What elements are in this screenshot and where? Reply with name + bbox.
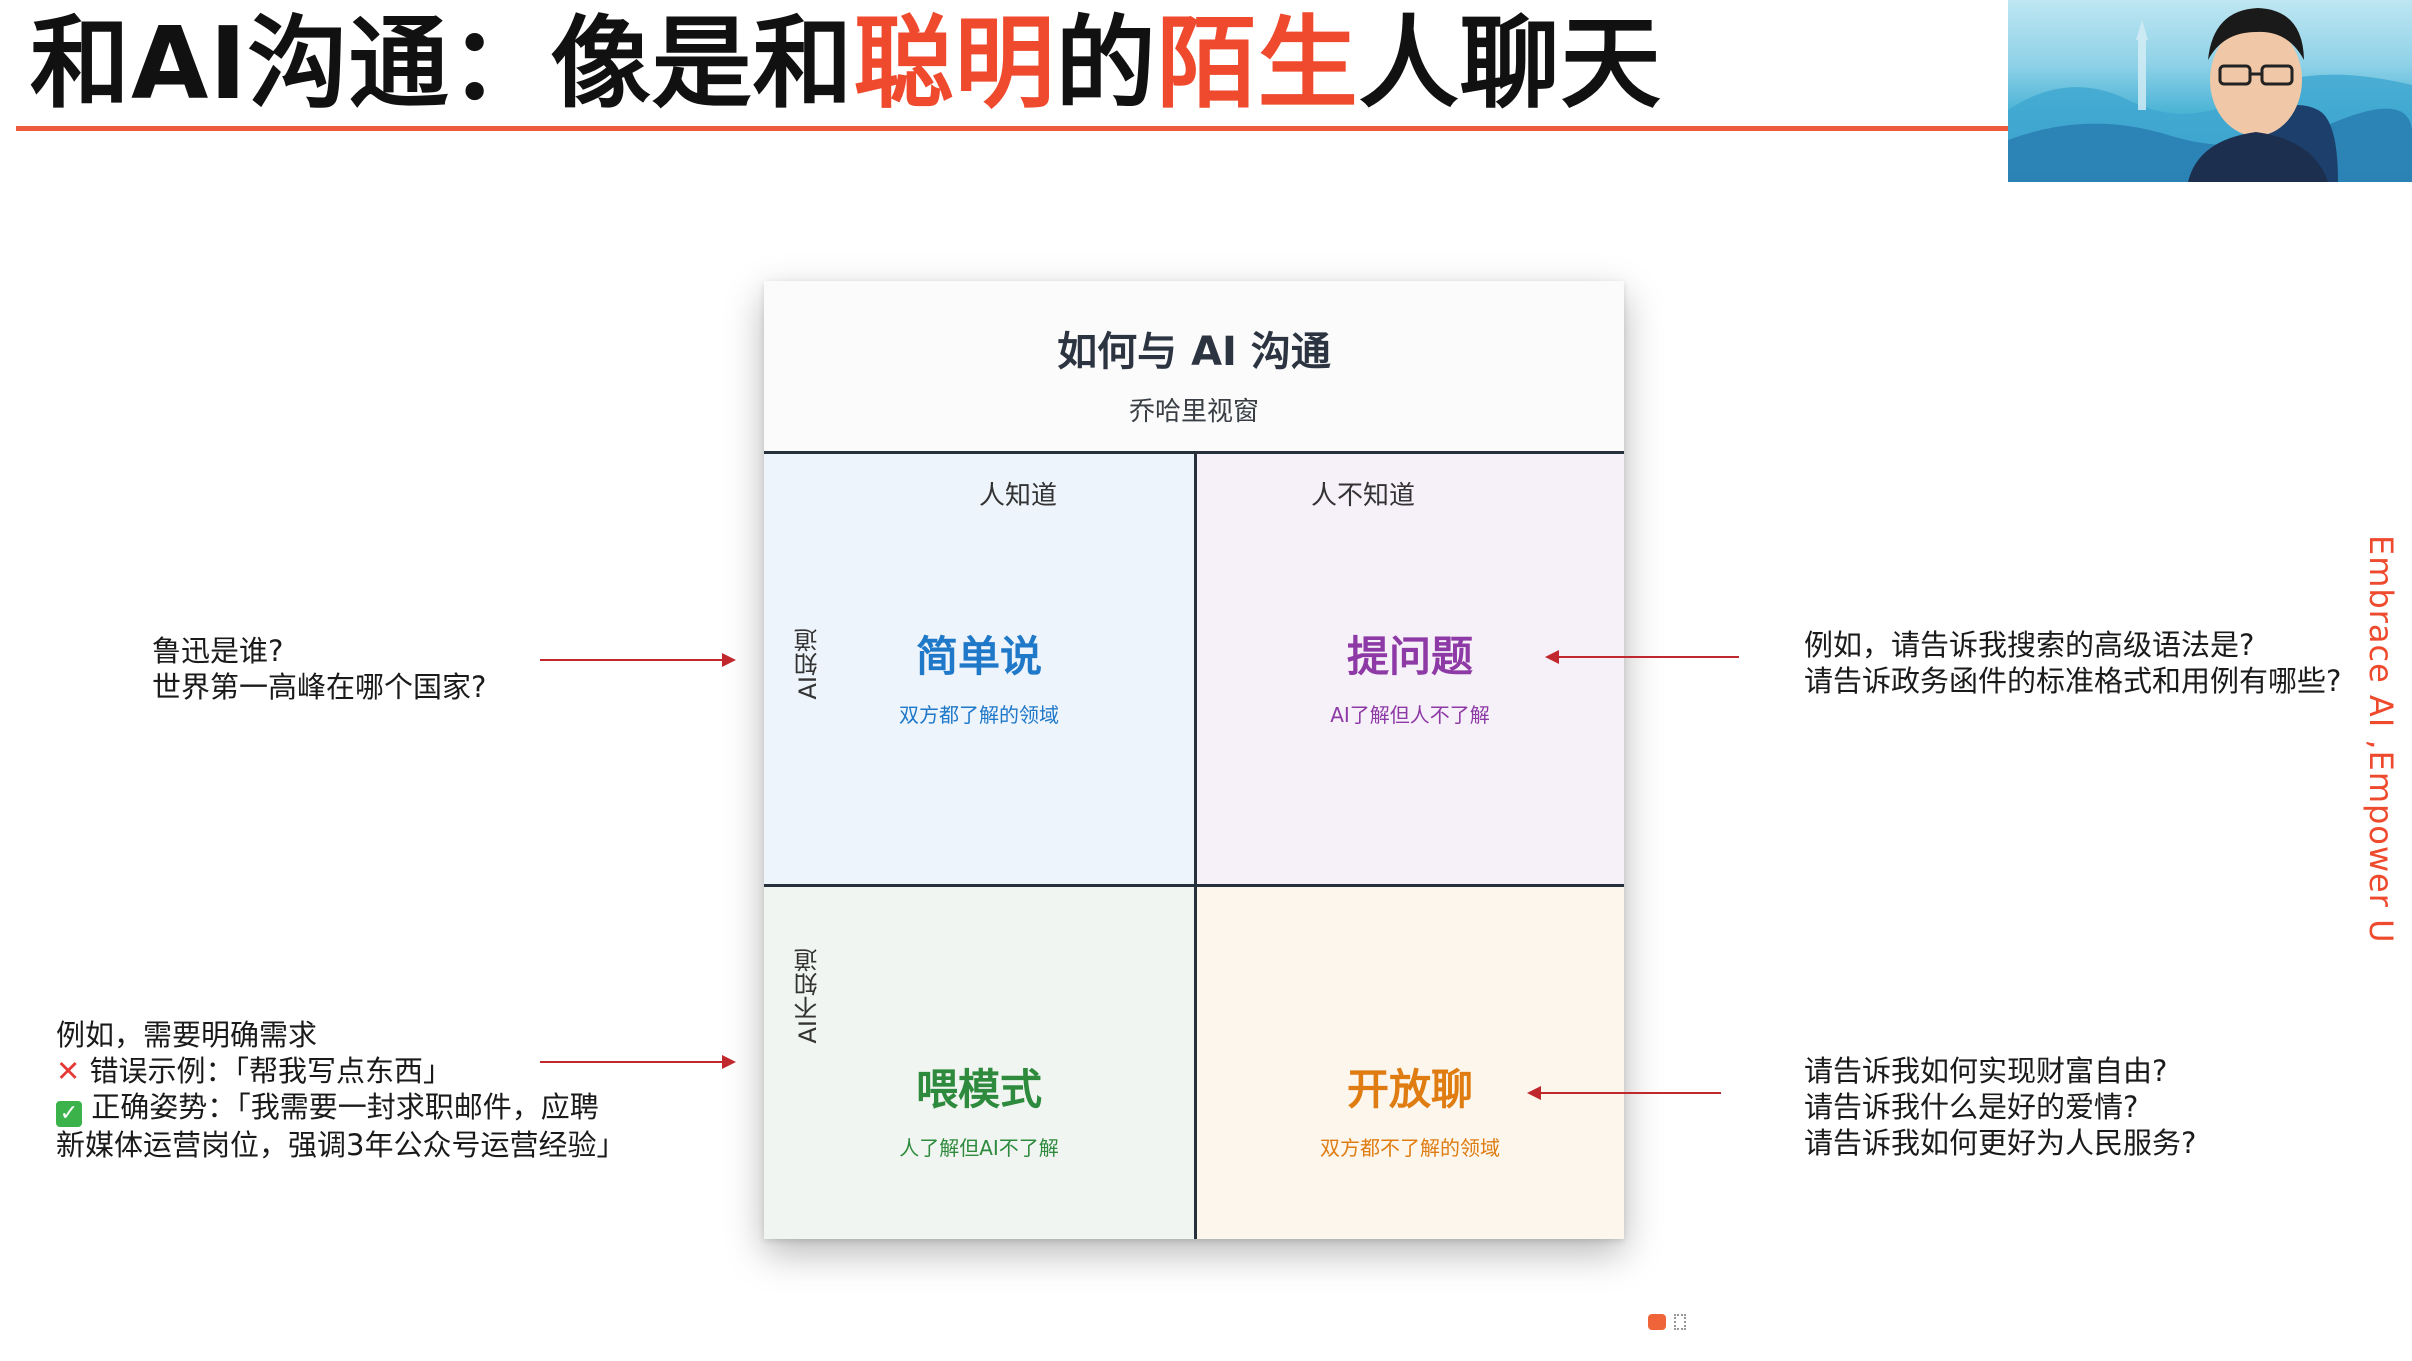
col-label-human-unknown: 人不知道 <box>1311 481 1416 511</box>
note-line: 例如，请告诉我搜索的高级语法是? <box>1804 628 2255 662</box>
johari-window-card: 如何与 AI 沟通 乔哈里视窗 人知道 AI知道 简单说 双方都了解的领域 人不… <box>764 281 1624 1239</box>
quadrant-desc-simple-talk: 双方都了解的领域 <box>899 703 1059 727</box>
title-part-3: 人聊天 <box>1358 5 1662 122</box>
note-line: 请告诉我如何更好为人民服务? <box>1804 1126 2197 1160</box>
right-example-cont: 新媒体运营岗位，强调3年公众号运营经验」 <box>56 1128 626 1162</box>
note-left-top: 鲁迅是谁? 世界第一高峰在哪个国家? <box>152 633 486 705</box>
wrong-example: 错误示例：「帮我写点东西」 <box>89 1054 453 1088</box>
quadrant-unknown-unknown: 开放聊 双方都不了解的领域 <box>1196 886 1624 1239</box>
quadrant-desc-feed-mode: 人了解但AI不了解 <box>899 1136 1059 1160</box>
title-highlight-2: 陌生 <box>1156 5 1359 122</box>
webcam-video <box>2008 0 2412 182</box>
matrix-title: 如何与 AI 沟通 <box>1057 329 1331 375</box>
note-line: 请告诉我什么是好的爱情? <box>1804 1090 2139 1124</box>
fullscreen-icon[interactable] <box>1674 1314 1686 1330</box>
note-line: 请告诉我如何实现财富自由? <box>1804 1054 2168 1088</box>
col-label-human-knows: 人知道 <box>979 481 1058 511</box>
title-underline <box>16 126 2008 131</box>
column-divider <box>1194 453 1197 1239</box>
slide-title: 和AI沟通：像是和聪明的陌生人聊天 <box>30 8 1662 120</box>
note-intro: 例如，需要明确需求 <box>56 1018 318 1052</box>
note-line: 鲁迅是谁? <box>152 634 284 668</box>
check-mark-icon: ✓ <box>56 1101 82 1127</box>
arrow-right-icon <box>540 1055 736 1069</box>
arrow-right-icon <box>540 653 736 667</box>
row-label-ai-unknown: AI不知道 <box>794 948 822 1044</box>
quadrant-title-open-chat: 开放聊 <box>1346 1065 1473 1114</box>
title-highlight-1: 聪明 <box>853 5 1056 122</box>
cross-mark-icon: ✕ <box>56 1054 81 1088</box>
note-line: 请告诉政务函件的标准格式和用例有哪些? <box>1804 664 2342 698</box>
quadrant-known-known: 人知道 AI知道 简单说 双方都了解的领域 <box>764 453 1194 884</box>
title-part-1: 和AI沟通：像是和 <box>30 5 854 122</box>
quadrant-desc-ask-question: AI了解但人不了解 <box>1330 703 1490 727</box>
quadrant-human-knows-ai-not: AI不知道 喂模式 人了解但AI不了解 <box>764 886 1194 1239</box>
note-right-top: 例如，请告诉我搜索的高级语法是? 请告诉政务函件的标准格式和用例有哪些? <box>1804 627 2341 699</box>
arrow-left-icon <box>1545 650 1739 664</box>
note-line: 世界第一高峰在哪个国家? <box>152 670 487 704</box>
quadrant-title-simple-talk: 简单说 <box>915 632 1042 681</box>
note-left-bottom: 例如，需要明确需求 ✕ 错误示例：「帮我写点东西」 ✓ 正确姿势：「我需要一封求… <box>56 1017 625 1163</box>
webcam-scene <box>2008 8 2412 182</box>
matrix-subtitle: 乔哈里视窗 <box>1128 397 1259 427</box>
quadrant-title-ask-question: 提问题 <box>1346 632 1473 681</box>
quadrant-desc-open-chat: 双方都不了解的领域 <box>1320 1136 1500 1160</box>
side-slogan: Embrace AI ,Empower U <box>2362 535 2400 944</box>
arrow-left-icon <box>1527 1086 1721 1100</box>
row-label-ai-knows: AI知道 <box>794 628 822 700</box>
right-example: 正确姿势：「我需要一封求职邮件，应聘 <box>91 1090 599 1124</box>
title-part-2: 的 <box>1055 5 1157 122</box>
note-right-bottom: 请告诉我如何实现财富自由? 请告诉我什么是好的爱情? 请告诉我如何更好为人民服务… <box>1804 1053 2196 1161</box>
app-logo-icon <box>1648 1314 1666 1330</box>
quadrant-title-feed-mode: 喂模式 <box>915 1065 1042 1114</box>
